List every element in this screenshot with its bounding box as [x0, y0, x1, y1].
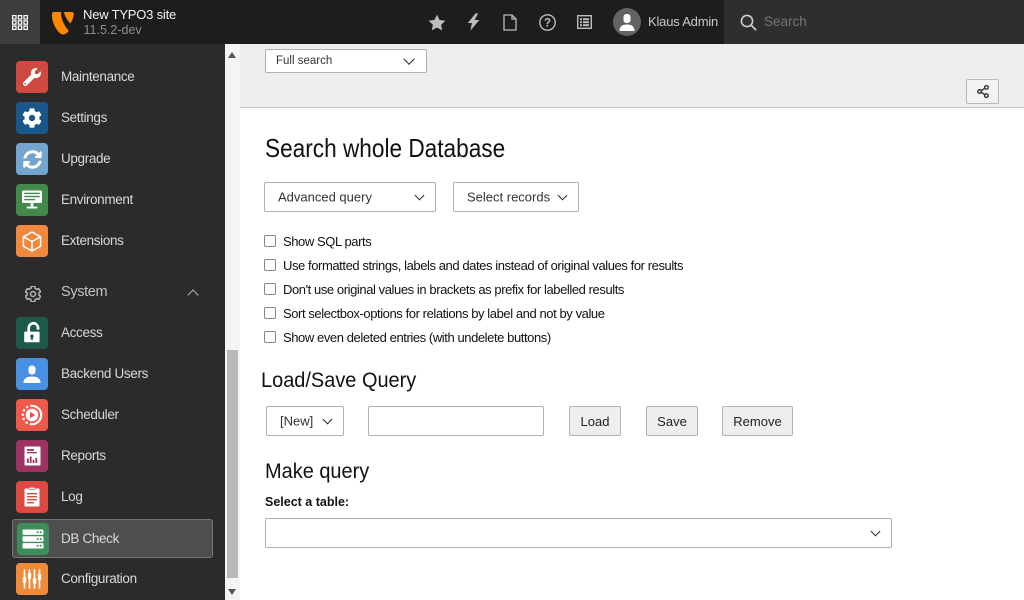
svg-text:?: ? [544, 17, 551, 29]
